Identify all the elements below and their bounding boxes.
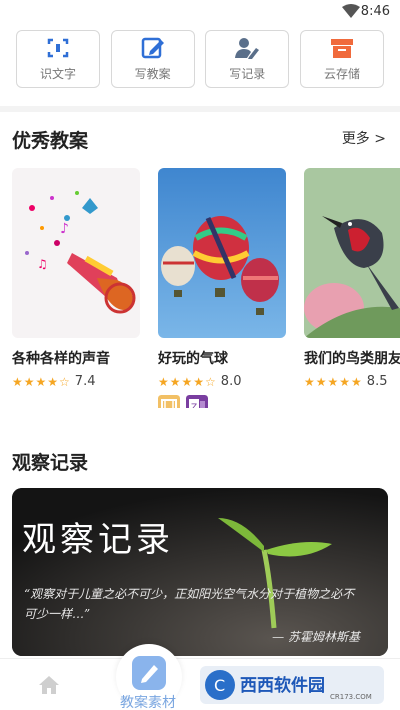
ocr-label: 识文字 [39,67,76,81]
svg-text:Z: Z [191,403,197,408]
plan-card[interactable]: ♪ ♫ 各种各样的声音 ★★★★☆ 7.4 [12,168,140,389]
watermark-url: CR173.COM [330,693,372,701]
cloud-storage-label: 云存储 [323,67,360,81]
section-divider [0,106,400,112]
lesson-material-label[interactable]: 教案素材 [120,692,176,710]
plan-card[interactable]: 好玩的气球 ★★★★☆ 8.0 Z [158,168,286,408]
rating-score: 8.5 [366,374,388,389]
svg-text:♫: ♫ [37,257,48,271]
cloud-storage-button[interactable]: 云存储 [299,30,384,88]
wifi-icon [342,4,360,18]
rating: ★★★★★ 8.5 [304,374,400,389]
more-link[interactable]: 更多 > [342,128,386,148]
watermark-brand: 西西软件园 [240,675,325,696]
home-icon[interactable] [38,675,60,695]
balloon-photo [158,168,286,338]
tool-bar: 识文字 写教案 写记录 云存储 [16,30,384,88]
star-rating: ★★★★★ [304,374,363,389]
star-rating: ★★★★☆ [12,374,71,389]
observation-banner[interactable]: 观察记录 “观察对于儿童之必不可少，正如阳光空气水分对于植物之必不可少一样…” … [12,488,388,656]
rating: ★★★★☆ 7.4 [12,374,140,389]
write-record-label: 写记录 [229,67,266,81]
site-watermark-logo: C 西西软件园 CR173.COM [200,666,384,704]
bird-photo [304,168,400,338]
onenote-file-icon: Z [186,395,208,408]
banner-author: — 苏霍姆林斯基 [272,630,360,644]
video-file-icon [158,395,180,408]
plan-name: 我们的鸟类朋友 [304,351,400,367]
ocr-button[interactable]: 识文字 [16,30,100,88]
plan-name: 好玩的气球 [158,351,228,367]
svg-text:♪: ♪ [60,221,69,237]
rating-score: 7.4 [74,374,96,389]
scan-icon [47,38,69,58]
music-illustration: ♪ ♫ [12,168,140,338]
plan-card-list: ♪ ♫ 各种各样的声音 ★★★★☆ 7.4 好玩的气球 ★★★★☆ 8.0 Z … [12,168,400,408]
plan-card[interactable]: 我们的鸟类朋友 ★★★★★ 8.5 [304,168,400,389]
rating: ★★★★☆ 8.0 [158,374,286,389]
star-rating: ★★★★☆ [158,374,217,389]
edit-icon [141,37,164,59]
write-plan-label: 写教案 [134,67,171,81]
excellent-plans-title: 优秀教案 [12,130,89,152]
status-time: 8:46 [360,4,390,19]
banner-title: 观察记录 [22,520,174,560]
rating-score: 8.0 [220,374,242,389]
write-plan-button[interactable]: 写教案 [110,30,195,88]
user-edit-icon [235,38,260,59]
svg-text:C: C [214,676,225,695]
file-badges: Z [158,395,286,408]
write-record-button[interactable]: 写记录 [205,30,290,88]
cloud-box-icon [330,39,353,58]
banner-quote: “观察对于儿童之必不可少，正如阳光空气水分对于植物之必不可少一样…” [24,587,355,621]
status-bar: 8:46 [0,0,400,24]
lesson-material-icon [132,656,166,690]
observation-title: 观察记录 [12,452,89,474]
plan-name: 各种各样的声音 [12,351,110,367]
